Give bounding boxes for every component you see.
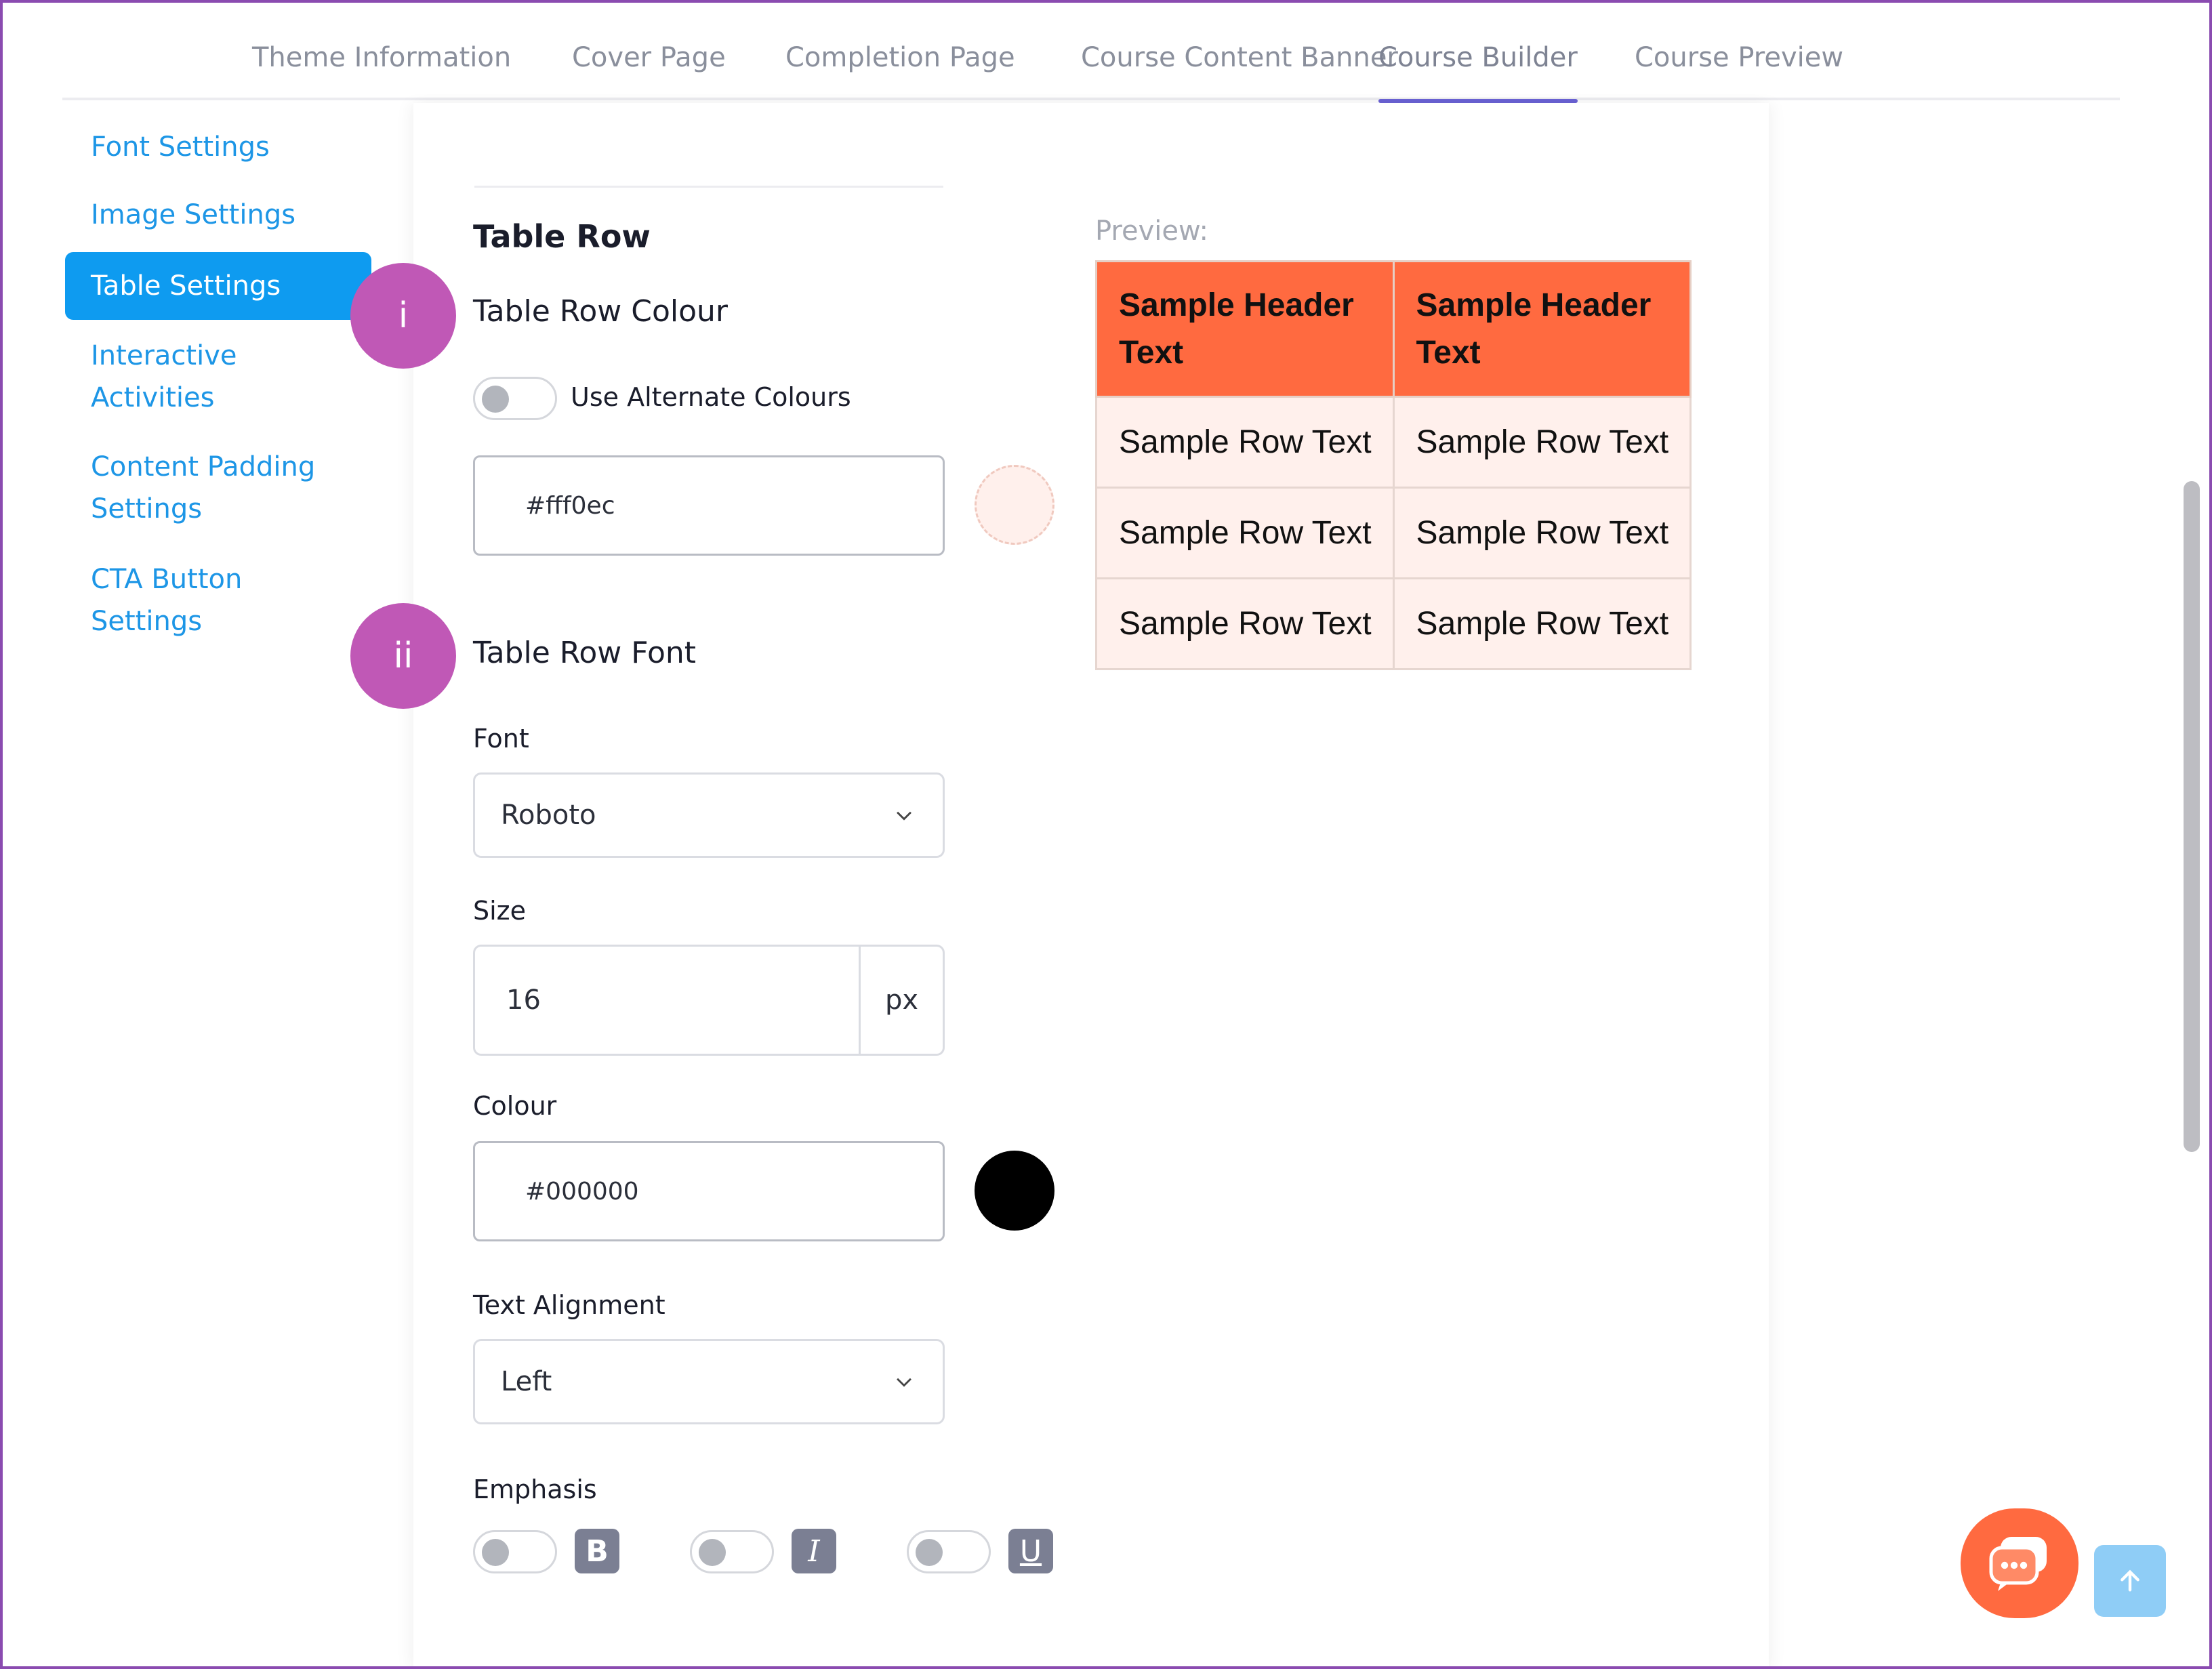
preview-header-cell: Sample Header Text [1392, 260, 1692, 398]
sidebar-item-label: Activities [91, 382, 215, 413]
tab-completion-page[interactable]: Completion Page [785, 42, 1015, 100]
top-tab-bar: Theme Information Cover Page Completion … [62, 0, 2120, 103]
arrow-up-icon [2121, 1569, 2139, 1592]
sidebar-item-label: Content Padding [91, 451, 316, 482]
bold-icon[interactable]: B [575, 1529, 619, 1573]
italic-icon[interactable]: I [792, 1529, 836, 1573]
size-label: Size [473, 896, 527, 926]
text-alignment-select[interactable]: Left [473, 1339, 945, 1424]
sidebar-item-label: CTA Button [91, 564, 243, 595]
font-select[interactable]: Roboto [473, 772, 945, 858]
row-colour-swatch[interactable] [975, 465, 1054, 545]
bold-toggle[interactable] [473, 1530, 557, 1573]
header-text: Text [1119, 334, 1184, 371]
sidebar-item-font-settings[interactable]: Font Settings [91, 126, 270, 168]
row-font-heading: Table Row Font [473, 636, 697, 670]
preview-header-cell: Sample Header Text [1095, 260, 1395, 398]
header-text: Sample Header [1416, 287, 1652, 323]
preview-table: Sample Header Text Sample Header Text Sa… [1095, 260, 1692, 670]
text-alignment-label: Text Alignment [473, 1290, 665, 1320]
preview-row-cell: Sample Row Text [1095, 487, 1395, 579]
row-colour-input[interactable]: #fff0ec [473, 455, 945, 556]
toggle-knob [916, 1539, 943, 1566]
chevron-down-icon [897, 811, 912, 821]
alternate-colours-toggle[interactable] [473, 377, 557, 420]
sidebar-item-table-settings[interactable]: Table Settings [65, 252, 371, 320]
tab-course-preview[interactable]: Course Preview [1635, 42, 1843, 100]
alternate-colours-label: Use Alternate Colours [571, 382, 851, 412]
chat-bubble-icon [1989, 1537, 2047, 1591]
chat-button[interactable] [1961, 1508, 2078, 1618]
toggle-knob [482, 1539, 509, 1566]
sidebar-item-label: Settings [91, 493, 203, 524]
tab-course-builder[interactable]: Course Builder [1378, 42, 1578, 103]
preview-row-cell: Sample Row Text [1392, 487, 1692, 579]
sidebar-item-label: Settings [91, 606, 203, 637]
font-colour-swatch[interactable] [975, 1151, 1054, 1231]
preview-row-cell: Sample Row Text [1095, 396, 1395, 489]
sidebar-item-content-padding-settings[interactable]: Content Padding Settings [91, 446, 315, 530]
annotation-badge-ii: ii [350, 603, 456, 709]
toggle-knob [699, 1539, 726, 1566]
toggle-knob [482, 386, 509, 413]
annotation-badge-i: i [350, 263, 456, 369]
underline-toggle[interactable] [907, 1530, 991, 1573]
size-unit: px [884, 985, 919, 1016]
sidebar-item-interactive-activities[interactable]: Interactive Activities [91, 335, 237, 419]
page-scrollbar[interactable] [2184, 481, 2200, 1152]
sidebar-item-label: Interactive [91, 340, 237, 371]
table-row: Sample Row Text Sample Row Text [1095, 396, 1692, 489]
underline-icon[interactable]: U [1008, 1529, 1053, 1573]
emphasis-label: Emphasis [473, 1475, 597, 1504]
header-text: Sample Header [1119, 287, 1354, 323]
preview-label: Preview: [1095, 215, 1208, 247]
font-label: Font [473, 724, 529, 754]
scroll-top-button[interactable] [2094, 1545, 2166, 1617]
chevron-down-icon [897, 1378, 912, 1387]
preview-row-cell: Sample Row Text [1392, 396, 1692, 489]
row-colour-heading: Table Row Colour [473, 294, 729, 329]
font-colour-input[interactable]: #000000 [473, 1141, 945, 1241]
tab-cover-page[interactable]: Cover Page [572, 42, 726, 100]
colour-label: Colour [473, 1091, 557, 1121]
size-input[interactable]: 16 [506, 947, 541, 1054]
sidebar-item-cta-button-settings[interactable]: CTA Button Settings [91, 558, 242, 642]
table-row: Sample Header Text Sample Header Text [1095, 260, 1692, 398]
table-row: Sample Row Text Sample Row Text [1095, 577, 1692, 670]
section-divider [474, 186, 943, 188]
font-select-value: Roboto [501, 800, 596, 831]
preview-row-cell: Sample Row Text [1095, 577, 1395, 670]
sidebar-item-image-settings[interactable]: Image Settings [91, 194, 295, 236]
italic-toggle[interactable] [690, 1530, 774, 1573]
table-row: Sample Row Text Sample Row Text [1095, 487, 1692, 579]
header-text: Text [1416, 334, 1481, 371]
preview-row-cell: Sample Row Text [1392, 577, 1692, 670]
section-title: Table Row [473, 218, 651, 255]
tab-course-content-banner[interactable]: Course Content Banner [1081, 42, 1398, 100]
size-field: 16 px [473, 945, 945, 1056]
tab-theme-information[interactable]: Theme Information [252, 42, 511, 100]
text-alignment-value: Left [501, 1366, 552, 1397]
